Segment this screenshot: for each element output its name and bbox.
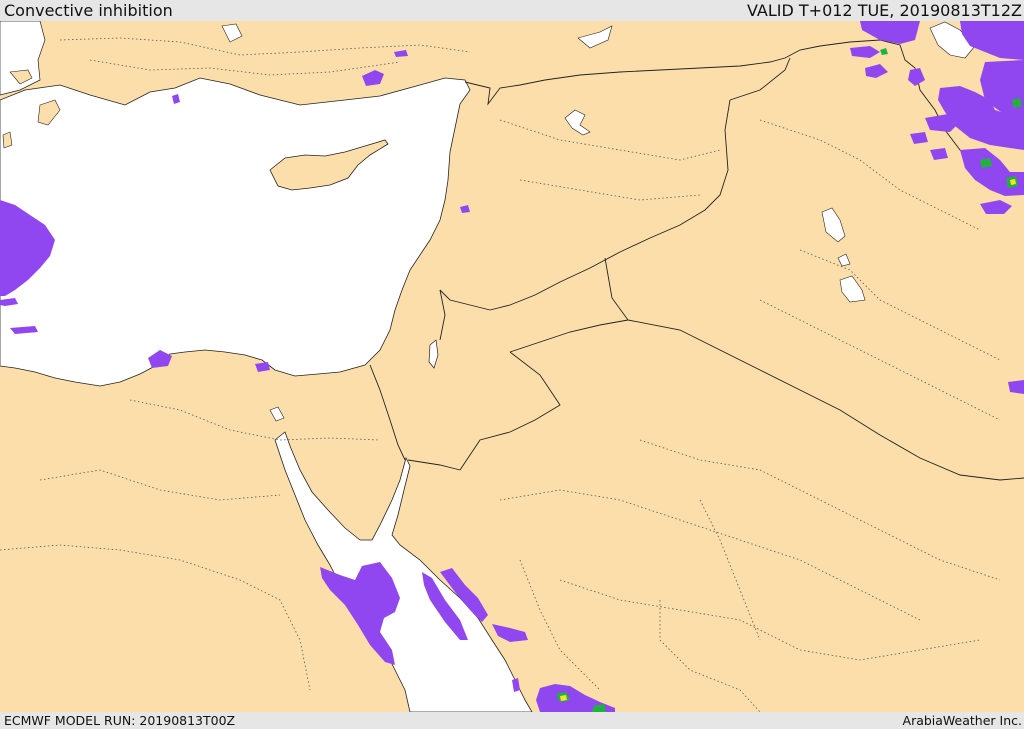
brand-credit: ArabiaWeather Inc.	[902, 713, 1022, 728]
model-run: ECMWF MODEL RUN: 20190813T00Z	[4, 713, 236, 728]
map[interactable]	[0, 21, 1024, 712]
footer-bar: ECMWF MODEL RUN: 20190813T00Z ArabiaWeat…	[0, 712, 1024, 729]
header-bar: Convective inhibition VALID T+012 TUE, 2…	[0, 0, 1024, 21]
map-canvas[interactable]	[0, 21, 1024, 712]
valid-time: VALID T+012 TUE, 20190813T12Z	[746, 1, 1022, 20]
map-title: Convective inhibition	[4, 1, 173, 20]
